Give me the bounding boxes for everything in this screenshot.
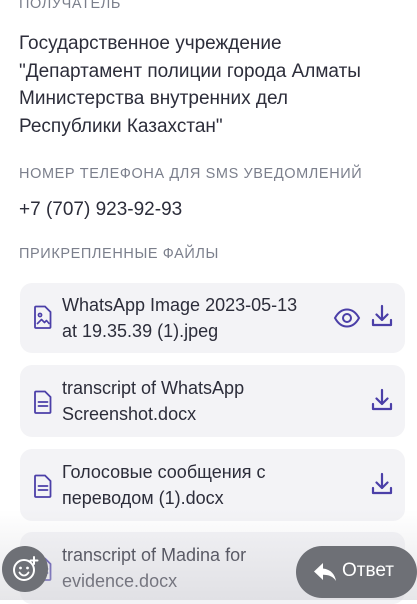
recipient-line: "Департамент полиции города Алматы	[19, 60, 361, 82]
view-icon[interactable]	[333, 305, 361, 331]
download-icon[interactable]	[369, 471, 395, 497]
recipient-value: Государственное учреждение "Департамент …	[19, 30, 409, 140]
attachment-name: WhatsApp Image 2023-05-13 at 19.35.39 (1…	[62, 292, 297, 344]
attachment-name-line: Голосовые сообщения с	[62, 462, 266, 482]
attachment-item[interactable]: transcript of WhatsApp Screenshot.docx	[20, 365, 405, 437]
recipient-line: Министерства внутренних дел	[19, 88, 289, 109]
attachment-name-line: Screenshot.docx	[62, 404, 197, 424]
recipient-line: Республики Казахстан"	[19, 115, 223, 137]
image-file-icon	[34, 305, 52, 329]
document-file-icon	[34, 390, 52, 414]
attachments-label: ПРИКРЕПЛЕННЫЕ ФАЙЛЫ	[19, 246, 219, 262]
attachment-name-line: transcript of WhatsApp	[62, 378, 245, 398]
attachment-name-line: evidence.docx	[62, 571, 178, 591]
attachment-item[interactable]: WhatsApp Image 2023-05-13 at 19.35.39 (1…	[20, 283, 405, 353]
attachment-name: Голосовые сообщения с переводом (1).docx	[62, 459, 266, 511]
reply-button[interactable]: Ответ	[296, 546, 417, 598]
phone-value: +7 (707) 923-92-93	[19, 199, 183, 220]
reply-label: Ответ	[342, 560, 394, 581]
emoji-add-icon	[13, 556, 39, 581]
recipient-line: Государственное учреждение	[19, 33, 282, 54]
emoji-reaction-button[interactable]	[2, 546, 48, 592]
attachment-name-line: WhatsApp Image 2023-05-13	[62, 295, 298, 315]
attachment-item[interactable]: Голосовые сообщения с переводом (1).docx	[20, 449, 405, 521]
recipient-label: ПОЛУЧАТЕЛЬ	[19, 0, 122, 12]
phone-label: НОМЕР ТЕЛЕФОНА ДЛЯ SMS УВЕДОМЛЕНИЙ	[19, 166, 363, 182]
attachment-name-line: transcript of Madina for	[62, 545, 247, 565]
attachment-name-line: переводом (1).docx	[62, 488, 224, 508]
attachment-name-line: at 19.35.39 (1).jpeg	[62, 321, 219, 341]
attachment-name: transcript of Madina for evidence.docx	[62, 542, 246, 594]
download-icon[interactable]	[369, 387, 395, 413]
attachment-name: transcript of WhatsApp Screenshot.docx	[62, 375, 244, 427]
download-icon[interactable]	[369, 303, 395, 329]
document-file-icon	[34, 474, 52, 498]
reply-arrow-icon	[314, 563, 336, 581]
